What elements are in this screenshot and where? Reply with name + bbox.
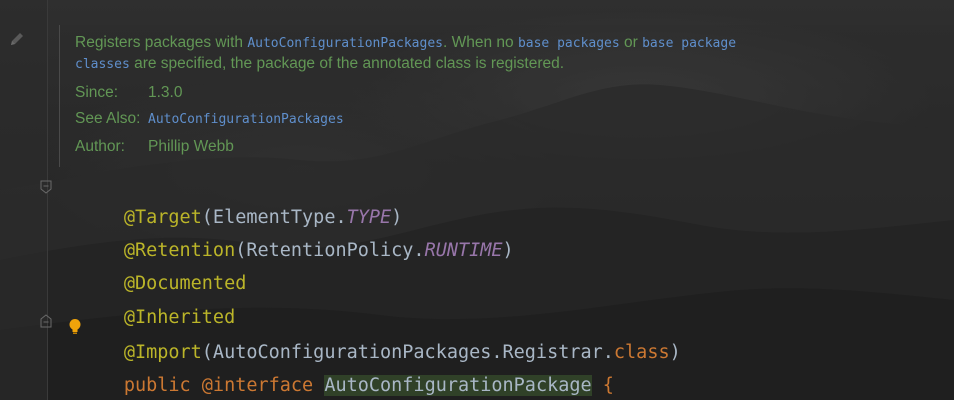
code-line-documented[interactable]: @Documented [57, 239, 247, 294]
doc-text: are specified, the package of the annota… [129, 55, 565, 72]
doc-author-row: Author: Phillip Webb [75, 138, 234, 156]
doc-description-line-2: classes are specified, the package of th… [75, 55, 564, 73]
pencil-icon[interactable] [8, 30, 26, 48]
doc-since-row: Since: 1.3.0 [75, 84, 182, 102]
doc-see-also-link[interactable]: AutoConfigurationPackages [148, 112, 344, 127]
doc-since-label: Since: [75, 84, 119, 101]
code-line-import[interactable]: @Import(AutoConfigurationPackages.Regist… [57, 308, 681, 363]
doc-text: . When no [442, 34, 518, 51]
doc-code-link[interactable]: AutoConfigurationPackages [247, 36, 443, 51]
doc-code-ref: base package [642, 36, 737, 51]
code-text[interactable]: (RetentionPolicy. [235, 240, 424, 261]
doc-see-also-row: See Also: AutoConfigurationPackages [75, 110, 344, 128]
keyword[interactable]: @interface [202, 375, 313, 396]
doc-text: or [619, 34, 643, 51]
code-text[interactable]: ) [503, 240, 514, 261]
doc-code-ref: base packages [517, 36, 620, 51]
keyword[interactable]: public [124, 375, 191, 396]
code-line-interface-declaration[interactable]: public @interface AutoConfigurationPacka… [57, 341, 614, 396]
doc-author-label: Author: [75, 138, 125, 155]
code-text[interactable]: ) [670, 342, 681, 363]
doc-text: Registers packages with [75, 34, 248, 51]
doc-author-value: Phillip Webb [148, 138, 234, 155]
enum-constant[interactable]: RUNTIME [425, 240, 503, 261]
doc-code-ref: classes [75, 57, 130, 72]
keyword[interactable]: class [614, 342, 670, 363]
doc-see-also-label: See Also: [75, 110, 141, 127]
fold-marker-icon[interactable] [40, 314, 52, 328]
code-line-inherited[interactable]: @Inherited [57, 273, 235, 328]
lightbulb-icon[interactable] [68, 318, 82, 336]
code-line-retention[interactable]: @Retention(RetentionPolicy.RUNTIME) [57, 206, 514, 261]
doc-description-line-1: Registers packages with AutoConfiguratio… [75, 34, 736, 52]
editor-gutter[interactable] [0, 0, 48, 400]
interface-name[interactable]: AutoConfigurationPackage [324, 375, 592, 396]
doc-since-value: 1.3.0 [148, 84, 183, 101]
code-line-target[interactable]: @Target(ElementType.TYPE) [57, 173, 402, 228]
fold-marker-icon[interactable] [40, 180, 52, 194]
code-editor[interactable]: Registers packages with AutoConfiguratio… [0, 0, 954, 400]
brace[interactable]: { [592, 375, 614, 396]
